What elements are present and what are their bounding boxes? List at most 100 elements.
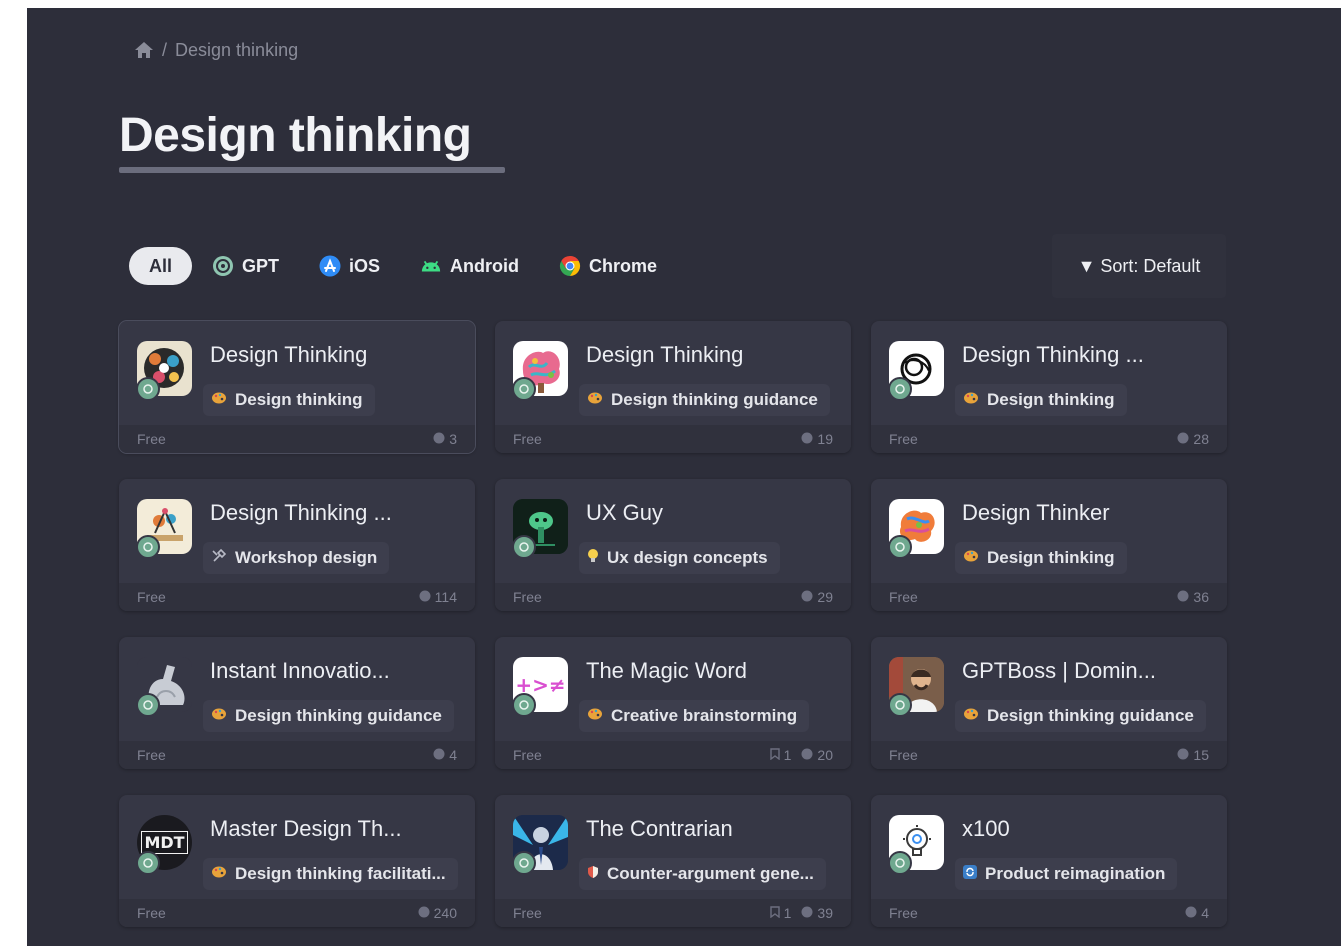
price-label: Free: [137, 747, 166, 763]
uses-count: 39: [801, 905, 833, 921]
gpt-name: x100: [962, 816, 1010, 841]
filter-bar: All GPT iOS Android Chrome ▼ Sort: Defau…: [119, 234, 1226, 298]
price-label: Free: [889, 589, 918, 605]
uses-count: 36: [1177, 589, 1209, 605]
android-icon: [420, 255, 442, 277]
chat-icon: [1185, 905, 1197, 921]
uses-count: 29: [801, 589, 833, 605]
category-tag[interactable]: Design thinking guidance: [203, 700, 454, 732]
title-underline: [119, 167, 505, 173]
price-label: Free: [889, 431, 918, 447]
filter-label: Android: [450, 255, 520, 276]
gpt-card[interactable]: Design Thinking Design thinking Free 3: [118, 320, 476, 454]
gpt-name: Instant Innovatio...: [210, 658, 390, 683]
uses-count: 28: [1177, 431, 1209, 447]
filter-all[interactable]: All: [129, 247, 193, 285]
gpt-name: Design Thinking ...: [210, 500, 392, 525]
category-tag[interactable]: Ux design concepts: [579, 542, 780, 574]
gpt-card[interactable]: UX Guy Ux design concepts Free 29: [495, 479, 851, 611]
palette-icon: [211, 864, 227, 884]
breadcrumb: / Design thinking: [134, 38, 298, 62]
tag-label: Ux design concepts: [607, 548, 768, 567]
uses-count: 114: [419, 589, 457, 605]
category-tag[interactable]: Product reimagination: [955, 858, 1178, 890]
gpt-card[interactable]: MDT Master Design Th... Design thinking …: [119, 795, 475, 927]
gpt-card[interactable]: Instant Innovatio... Design thinking gui…: [119, 637, 475, 769]
lightbulb-icon: [587, 548, 599, 569]
openai-icon: [512, 693, 536, 717]
price-label: Free: [513, 431, 542, 447]
category-tag[interactable]: Design thinking: [955, 542, 1127, 574]
category-tag[interactable]: Design thinking: [203, 384, 375, 416]
openai-icon: [212, 255, 234, 277]
openai-icon: [512, 535, 536, 559]
gpt-name: Design Thinking ...: [962, 342, 1144, 367]
tag-label: Design thinking: [987, 548, 1115, 567]
saves-count: 1: [769, 905, 791, 921]
openai-icon: [888, 693, 912, 717]
uses-count: 4: [433, 747, 457, 763]
filter-label: iOS: [349, 255, 381, 276]
card-footer: Free 36: [871, 583, 1227, 611]
gpt-name: Design Thinking: [210, 342, 368, 367]
card-footer: Free 4: [119, 741, 475, 769]
tag-label: Creative brainstorming: [611, 706, 798, 725]
chat-icon: [1177, 747, 1189, 763]
breadcrumb-separator: /: [162, 39, 168, 60]
openai-icon: [888, 535, 912, 559]
category-tag[interactable]: Design thinking: [955, 384, 1127, 416]
uses-count: 15: [1177, 747, 1209, 763]
filter-gpt[interactable]: GPT: [192, 247, 299, 285]
palette-icon: [211, 706, 227, 726]
uses-count: 240: [418, 905, 457, 921]
card-footer: Free 240: [119, 899, 475, 927]
bookmark-icon: [769, 747, 780, 763]
category-tag[interactable]: Counter-argument gene...: [579, 858, 826, 890]
filter-android[interactable]: Android: [400, 247, 539, 285]
palette-icon: [963, 390, 979, 410]
gpt-card[interactable]: Design Thinking Design thinking guidance…: [495, 321, 851, 453]
gpt-card[interactable]: x100 Product reimagination Free 4: [871, 795, 1227, 927]
gpt-card[interactable]: Design Thinker Design thinking Free 36: [871, 479, 1227, 611]
main-panel: / Design thinking Design thinking All GP…: [27, 8, 1341, 946]
tag-label: Design thinking: [987, 390, 1115, 409]
sort-dropdown[interactable]: ▼ Sort: Default: [1052, 234, 1226, 298]
gpt-card[interactable]: +>≠ The Magic Word Creative brainstormin…: [495, 637, 851, 769]
gpt-card[interactable]: The Contrarian Counter-argument gene... …: [495, 795, 851, 927]
openai-icon: [136, 693, 160, 717]
chat-icon: [1177, 431, 1189, 447]
tag-label: Workshop design: [235, 548, 378, 567]
uses-count: 19: [801, 431, 833, 447]
openai-icon: [136, 377, 160, 401]
gpt-card[interactable]: GPTBoss | Domin... Design thinking guida…: [871, 637, 1227, 769]
shield-icon: [587, 864, 599, 884]
card-footer: Free 1 20: [495, 741, 851, 769]
gpt-card[interactable]: Design Thinking ... Workshop design Free…: [119, 479, 475, 611]
gpt-card[interactable]: Design Thinking ... Design thinking Free…: [871, 321, 1227, 453]
filter-chrome[interactable]: Chrome: [539, 247, 677, 285]
gpt-name: The Magic Word: [586, 658, 747, 683]
chat-icon: [433, 431, 445, 447]
page-title: Design thinking: [119, 109, 472, 162]
home-icon[interactable]: [134, 41, 154, 59]
uses-count: 4: [1185, 905, 1209, 921]
category-tag[interactable]: Design thinking facilitati...: [203, 858, 458, 890]
refresh-icon: [963, 864, 977, 884]
saves-count: 1: [769, 747, 791, 763]
gpt-name: Design Thinking: [586, 342, 744, 367]
openai-icon: [888, 851, 912, 875]
price-label: Free: [137, 905, 166, 921]
palette-icon: [587, 390, 603, 410]
category-tag[interactable]: Creative brainstorming: [579, 700, 810, 732]
tag-label: Product reimagination: [985, 864, 1166, 883]
filter-ios[interactable]: iOS: [299, 247, 400, 285]
filter-label: GPT: [242, 255, 280, 276]
breadcrumb-current: Design thinking: [175, 39, 299, 60]
chat-icon: [801, 589, 813, 605]
openai-icon: [512, 851, 536, 875]
category-tag[interactable]: Workshop design: [203, 542, 390, 574]
category-tag[interactable]: Design thinking guidance: [579, 384, 830, 416]
gpt-name: Design Thinker: [962, 500, 1110, 525]
category-tag[interactable]: Design thinking guidance: [955, 700, 1206, 732]
price-label: Free: [513, 747, 542, 763]
